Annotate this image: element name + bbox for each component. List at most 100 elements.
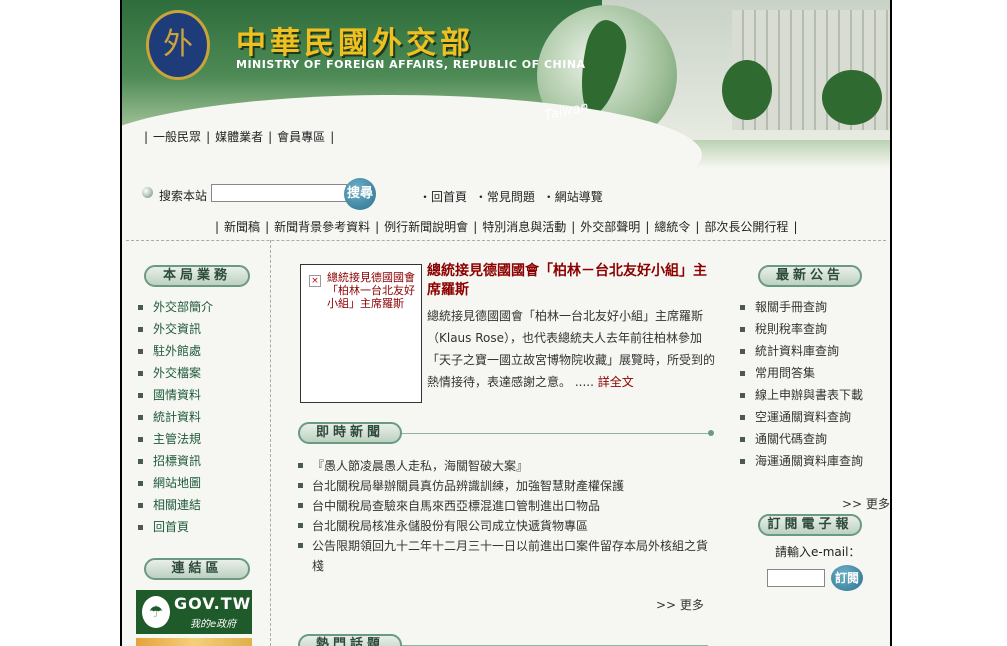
announcement-item[interactable]: 線上申辦與書表下載 [740,386,863,408]
faq-link[interactable]: ・常見問題 [475,190,535,204]
bullet-icon [298,523,303,528]
bullet-icon [740,415,745,420]
bullet-icon [138,503,143,508]
bullet-icon [740,459,745,464]
news-item[interactable]: 台北關稅局核准永儲股份有限公司成立快遞貨物專區 [298,516,718,536]
announcement-item[interactable]: 空運通關資料查詢 [740,408,863,430]
nav-members[interactable]: 會員專區 [277,130,325,144]
left-menu-item[interactable]: 網站地圖 [138,474,213,496]
header-rule [402,433,708,434]
announcements-more-link[interactable]: >> 更多 [842,495,890,512]
nav-media[interactable]: 媒體業者 [215,130,263,144]
nav-schedule[interactable]: 部次長公開行程 [704,220,788,234]
nav-press-release[interactable]: 新聞稿 [224,220,260,234]
bullet-icon [138,459,143,464]
emblem-glyph: 外 [163,27,193,62]
site-title-en: MINISTRY OF FOREIGN AFFAIRS, REPUBLIC OF… [236,58,586,71]
home-link[interactable]: ・回首頁 [419,190,467,204]
bullet-icon [138,327,143,332]
announcement-item[interactable]: 常用問答集 [740,364,863,386]
announcement-item[interactable]: 稅則稅率查詢 [740,320,863,342]
header-rule-end [708,430,714,436]
tree-image [822,70,882,125]
bullet-icon [138,393,143,398]
nav-background[interactable]: 新聞背景參考資料 [274,220,370,234]
gov-tw-title: GOV.TW [174,594,252,613]
nav-statements[interactable]: 外交部聲明 [580,220,640,234]
bullet-icon [740,437,745,442]
feature-image[interactable]: × 總統接見德國國會「柏林一台北友好小組」主席羅斯 [300,264,422,403]
left-menu-item[interactable]: 主管法規 [138,430,213,452]
left-menu-item[interactable]: 回首頁 [138,518,213,540]
announcement-item[interactable]: 報關手冊查詢 [740,298,863,320]
news-list: 『愚人節凌晨愚人走私，海關智破大案』 台北關稅局舉辦關員真仿品辨識訓練，加強智慧… [298,456,718,576]
read-more-link[interactable]: 詳全文 [598,375,634,389]
bullet-icon [298,483,303,488]
broken-image-icon: × [309,275,321,287]
feature-text: 總統接見德國國會「柏林一台北友好小組」主席羅斯（Klaus Rose），也代表總… [427,309,716,389]
announcement-item[interactable]: 統計資料庫查詢 [740,342,863,364]
email-label: 請輸入e-mail： [775,545,861,559]
news-item[interactable]: 公告限期領回九十二年十二月三十一日以前進出口案件留存本局外核組之貨棧 [298,536,708,576]
left-menu-item[interactable]: 相關連結 [138,496,213,518]
nav-briefing[interactable]: 例行新聞說明會 [384,220,468,234]
news-nav: | 新聞稿 | 新聞背景參考資料 | 例行新聞說明會 | 特別消息與活動 | 外交部聲明 | 總統令 |… [215,220,798,234]
subscribe-header: 訂閱電子報 [758,514,862,536]
left-menu-item[interactable]: 國情資料 [138,386,213,408]
left-menu-item[interactable]: 統計資料 [138,408,213,430]
gov-tw-banner[interactable]: ☂ GOV.TW 我的e政府 [136,590,252,634]
left-menu-item[interactable]: 外交資訊 [138,320,213,342]
news-section-header: 即時新聞 [298,422,402,444]
bullet-icon [138,525,143,530]
ministry-emblem-logo[interactable]: 外 [146,10,210,80]
left-menu-item[interactable]: 外交檔案 [138,364,213,386]
bullet-icon [298,543,303,548]
sitemap-link[interactable]: ・網站導覽 [543,190,603,204]
search-input[interactable] [211,184,347,202]
subscribe-button[interactable]: 訂閱 [831,565,863,591]
column-divider [270,240,271,646]
bullet-icon [740,349,745,354]
left-menu: 外交部簡介 外交資訊 駐外館處 外交檔案 國情資料 統計資料 主管法規 招標資訊… [138,298,213,540]
news-item[interactable]: 『愚人節凌晨愚人走私，海關智破大案』 [298,456,718,476]
announcement-item[interactable]: 海運通關資料庫查詢 [740,452,863,474]
nav-general-public[interactable]: 一般民眾 [153,130,201,144]
partner-banner[interactable] [136,638,252,646]
bullet-icon [138,305,143,310]
nav-presidential-order[interactable]: 總統令 [654,220,690,234]
bullet-icon [138,415,143,420]
bullet-icon [740,371,745,376]
bullet-icon [740,327,745,332]
left-menu-item[interactable]: 招標資訊 [138,452,213,474]
hot-topics-header: 熱門話題 [298,634,402,646]
feature-body: 總統接見德國國會「柏林一台北友好小組」主席羅斯（Klaus Rose），也代表總… [427,305,717,393]
announcement-item[interactable]: 通關代碼查詢 [740,430,863,452]
page-frame: 外 中華民國外交部 MINISTRY OF FOREIGN AFFAIRS, R… [120,0,892,646]
gov-tw-logo-icon: ☂ [142,596,170,628]
nav-special-events[interactable]: 特別消息與活動 [482,220,566,234]
audience-nav: | 一般民眾 | 媒體業者 | 會員專區 | [144,130,335,144]
search-label: 搜索本站 [159,189,208,203]
tree-image [722,60,772,120]
bullet-icon [298,463,303,468]
left-menu-item[interactable]: 外交部簡介 [138,298,213,320]
site-title-zh: 中華民國外交部 [236,26,474,61]
divider [126,240,886,241]
bullet-icon [138,437,143,442]
left-menu-item[interactable]: 駐外館處 [138,342,213,364]
news-item[interactable]: 台中關稅局查驗來自馬來西亞標混進口管制進出口物品 [298,496,718,516]
bullet-icon [138,371,143,376]
links-section-header: 連結區 [144,558,250,580]
bullet-icon [138,481,143,486]
gov-tw-subtitle: 我的e政府 [190,619,237,630]
feature-image-alt: 總統接見德國國會「柏林一台北友好小組」主席羅斯 [327,271,415,310]
news-item[interactable]: 台北關稅局舉辦關員真仿品辨識訓練，加強智慧財產權保護 [298,476,718,496]
bullet-icon [740,305,745,310]
announcements-header: 最新公告 [758,265,862,287]
search-button[interactable]: 搜尋 [344,178,376,210]
search-bullet-icon [142,187,153,198]
email-field[interactable] [767,569,825,587]
announcements-menu: 報關手冊查詢 稅則稅率查詢 統計資料庫查詢 常用問答集 線上申辦與書表下載 空運… [740,298,863,474]
feature-title[interactable]: 總統接見德國國會「柏林－台北友好小組」主席羅斯 [427,262,712,300]
news-more-link[interactable]: >> 更多 [656,596,704,613]
